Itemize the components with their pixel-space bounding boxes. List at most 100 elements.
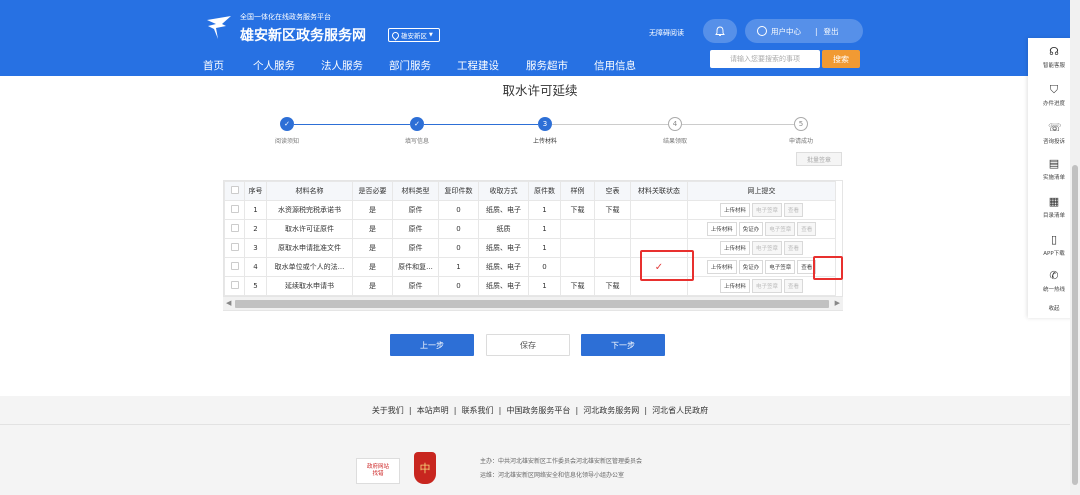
action-button[interactable]: 上传材料 (719, 279, 750, 293)
notification-button[interactable] (703, 19, 737, 43)
search-button[interactable]: 搜索 (822, 50, 860, 68)
table-row: 3 原取水申请批准文件是原件 0 纸质、电子 1 上传材料 电子签章 查看 (224, 238, 836, 258)
page-title: 取水许可延续 (502, 83, 578, 98)
action-button[interactable]: 电子签章 (765, 260, 796, 274)
user-center-link[interactable]: 用户中心 (771, 26, 801, 37)
footer-link-contact[interactable]: 联系我们 (462, 406, 494, 415)
sidebar-label: 实施清单 (1042, 175, 1065, 181)
next-step-button[interactable]: 下一步 (581, 334, 665, 356)
vertical-scrollbar-thumb[interactable] (1072, 165, 1078, 485)
prev-step-button[interactable]: 上一步 (390, 334, 474, 356)
action-button[interactable]: 上传材料 (706, 260, 737, 274)
materials-table: 序号 材料名称 是否必要 材料类型 复印件数 收取方式 原件数 样例 空表 材料… (224, 181, 836, 296)
action-button[interactable]: 查看 (784, 279, 804, 293)
row-checkbox[interactable] (230, 205, 239, 213)
chat-icon: ☏ (1048, 121, 1062, 134)
action-button[interactable]: 上传材料 (719, 241, 750, 255)
row-select-cell[interactable] (224, 219, 245, 239)
blank-download-link[interactable]: 下载 (594, 276, 631, 296)
nav-department[interactable]: 部门服务 (389, 58, 457, 73)
action-button[interactable]: 上传材料 (719, 203, 750, 217)
phone-call-icon: ✆ (1049, 269, 1059, 282)
row-checkbox[interactable] (230, 224, 239, 232)
horizontal-scrollbar[interactable]: ◀ ▶ (223, 296, 843, 310)
footer-link-national-platform[interactable]: 中国政务服务平台 (506, 406, 570, 415)
vertical-scrollbar[interactable] (1070, 0, 1080, 495)
region-selector[interactable]: 雄安新区 ▼ (388, 28, 440, 42)
action-button[interactable]: 查看 (784, 203, 804, 217)
blank-download-link[interactable] (594, 238, 631, 258)
sample-download-link[interactable] (560, 219, 595, 239)
nav-credit[interactable]: 信用信息 (594, 58, 654, 73)
row-select-cell[interactable] (224, 238, 245, 258)
select-all-checkbox[interactable] (230, 186, 239, 194)
logout-link[interactable]: 登出 (824, 26, 839, 37)
column-header: 材料类型 (392, 181, 439, 201)
action-button[interactable]: 电子签章 (751, 203, 782, 217)
action-button[interactable]: 电子签章 (751, 279, 782, 293)
nav-home[interactable]: 首页 (203, 58, 253, 73)
sidebar-label: 目录清单 (1042, 213, 1065, 219)
cell-type: 原件 (392, 219, 439, 239)
nav-legal-person[interactable]: 法人服务 (321, 58, 389, 73)
step-connector (552, 124, 668, 125)
batch-seal-button[interactable]: 批量签章 (796, 152, 842, 166)
step-connector (682, 124, 794, 125)
action-button[interactable]: 免证办 (738, 260, 764, 274)
gov-site-error-badge[interactable]: 政府网站 找错 (356, 458, 400, 484)
action-button[interactable]: 电子签章 (751, 241, 782, 255)
save-button[interactable]: 保存 (486, 334, 570, 356)
cell-type: 原件 (392, 276, 439, 296)
sample-download-link[interactable] (560, 257, 595, 277)
blank-download-link[interactable] (594, 257, 631, 277)
nav-construction[interactable]: 工程建设 (457, 58, 526, 73)
footer-link-statement[interactable]: 本站声明 (417, 406, 449, 415)
select-all-cell[interactable] (224, 181, 245, 201)
sample-download-link[interactable] (560, 238, 595, 258)
nav-service-market[interactable]: 服务超市 (526, 58, 594, 73)
cell-originals: 1 (528, 276, 561, 296)
row-checkbox[interactable] (230, 262, 239, 270)
action-button[interactable]: 电子签章 (765, 222, 796, 236)
sample-download-link[interactable]: 下载 (560, 200, 595, 220)
scrollbar-thumb[interactable] (235, 300, 829, 308)
row-checkbox[interactable] (230, 243, 239, 251)
blank-download-link[interactable] (594, 219, 631, 239)
cell-copies: 0 (438, 238, 479, 258)
accessibility-link[interactable]: 无障碍阅读 (649, 28, 684, 38)
row-select-cell[interactable] (224, 257, 245, 277)
scroll-left-arrow-icon[interactable]: ◀ (226, 299, 231, 307)
sidebar-label: 智能客服 (1042, 63, 1065, 69)
footer-link-hebei-service[interactable]: 河北政务服务网 (583, 406, 639, 415)
cell-originals: 1 (528, 238, 561, 258)
cell-copies: 1 (438, 257, 479, 277)
party-gov-badge-icon[interactable]: 中 (414, 452, 436, 484)
footer-link-hebei-gov[interactable]: 河北省人民政府 (652, 406, 708, 415)
row-checkbox[interactable] (230, 281, 239, 289)
site-title[interactable]: 雄安新区政务服务网 (240, 25, 366, 45)
scroll-right-arrow-icon[interactable]: ▶ (835, 299, 840, 307)
nav-personal[interactable]: 个人服务 (253, 58, 321, 73)
cell-no: 1 (244, 200, 267, 220)
blank-download-link[interactable]: 下载 (594, 200, 631, 220)
sample-download-link[interactable]: 下载 (560, 276, 595, 296)
step-label-fill: 填写信息 (404, 138, 430, 145)
site-logo-icon[interactable] (204, 12, 234, 42)
action-button[interactable]: 查看 (784, 241, 804, 255)
cell-type: 原件 (392, 238, 439, 258)
row-select-cell[interactable] (224, 276, 245, 296)
action-button[interactable]: 查看 (797, 222, 817, 236)
action-button[interactable]: 上传材料 (706, 222, 737, 236)
column-header: 材料名称 (266, 181, 353, 201)
step-connector (424, 124, 538, 125)
search-input[interactable]: 请输入您要搜索的事项 (710, 50, 820, 68)
table-header-row: 序号 材料名称 是否必要 材料类型 复印件数 收取方式 原件数 样例 空表 材料… (224, 181, 836, 201)
row-select-cell[interactable] (224, 200, 245, 220)
action-button[interactable]: 免证办 (738, 222, 764, 236)
column-header: 复印件数 (438, 181, 479, 201)
cell-required: 是 (352, 276, 393, 296)
progress-steps: ✓ ✓ 3 4 5 阅读须知 填写信息 上传材料 结果领取 申请成功 (222, 114, 842, 148)
cell-no: 4 (244, 257, 267, 277)
footer-link-about[interactable]: 关于我们 (372, 406, 404, 415)
step-connector (294, 124, 410, 125)
